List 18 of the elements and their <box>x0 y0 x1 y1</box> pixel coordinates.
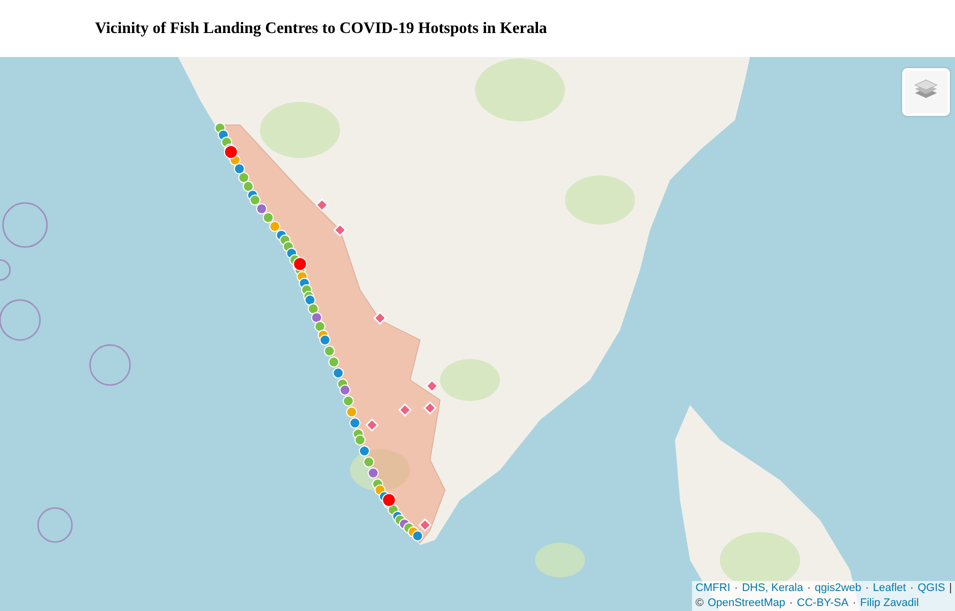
layers-button[interactable] <box>902 68 950 116</box>
separator: · <box>910 581 914 596</box>
attribution-link[interactable]: CC-BY-SA <box>796 596 848 611</box>
copyright-symbol: © <box>695 596 704 611</box>
attribution-link[interactable]: DHS, Kerala <box>742 581 804 596</box>
separator: · <box>865 581 869 596</box>
separator: | <box>949 581 952 596</box>
separator: · <box>852 596 856 611</box>
separator: · <box>807 581 811 596</box>
separator: · <box>789 596 793 611</box>
attribution-link[interactable]: Leaflet <box>872 581 906 596</box>
attribution-link[interactable]: OpenStreetMap <box>708 596 786 611</box>
page-title: Vicinity of Fish Landing Centres to COVID-19 Hotspots in Kerala <box>95 20 548 38</box>
attribution-link[interactable]: CMFRI <box>695 581 730 596</box>
attribution-link[interactable]: qgis2web <box>814 581 862 596</box>
separator: · <box>734 581 738 596</box>
attribution-link[interactable]: QGIS <box>918 581 946 596</box>
attribution-link[interactable]: Filip Zavadil <box>860 596 919 611</box>
